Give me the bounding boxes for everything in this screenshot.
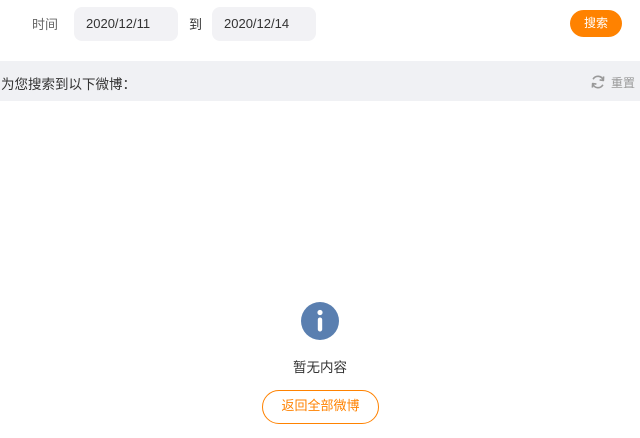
result-header: 为您搜索到以下微博： 重置 (0, 61, 640, 101)
to-label: 到 (189, 18, 203, 33)
refresh-icon (590, 74, 606, 90)
reset-label: 重置 (611, 75, 636, 90)
reset-button[interactable]: 重置 (590, 73, 635, 91)
result-title: 为您搜索到以下微博： (1, 77, 136, 93)
empty-message: 暂无内容 (293, 360, 347, 376)
time-label: 时间 (32, 18, 59, 33)
search-button[interactable]: 搜索 (570, 10, 622, 37)
info-icon (301, 302, 339, 340)
start-date-input[interactable] (74, 7, 178, 41)
end-date-input[interactable] (212, 7, 316, 41)
date-filter-bar: 时间 到 搜索 (0, 0, 640, 48)
back-to-all-button[interactable]: 返回全部微博 (262, 390, 379, 424)
weibo-search-page: 时间 到 搜索 为您搜索到以下微博： 重置 暂无内容 返回全部微博 (0, 0, 640, 438)
